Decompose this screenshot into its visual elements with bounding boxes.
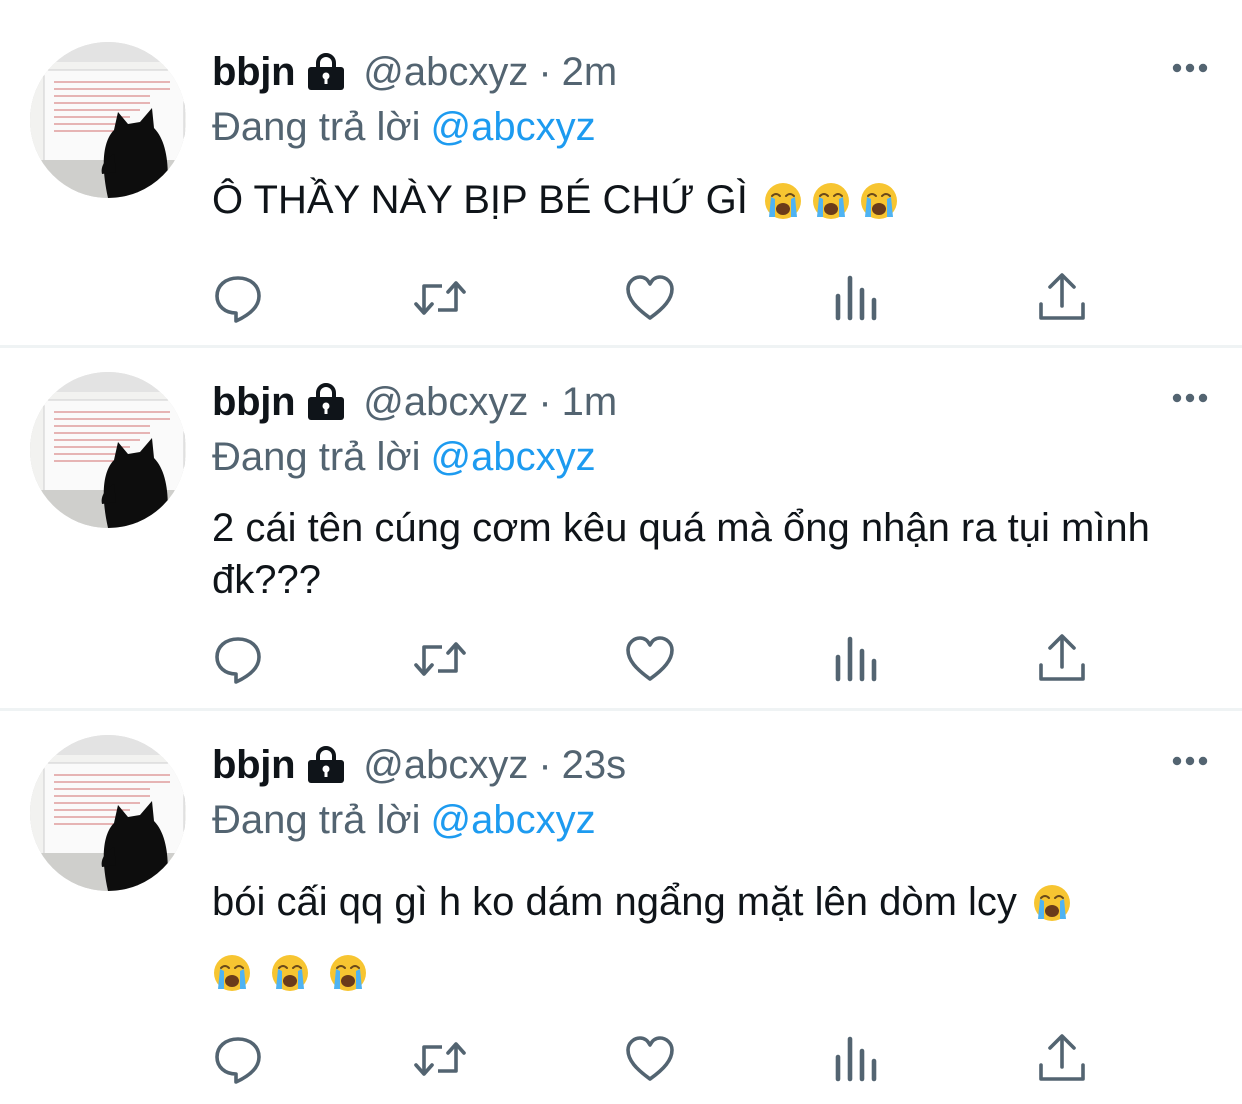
lock-icon (305, 746, 347, 784)
action-bar (212, 1033, 1092, 1085)
loudly-crying-face-icon (270, 953, 310, 993)
mention-link[interactable]: @abcxyz (431, 435, 596, 479)
tweet-item[interactable]: bbjn @abcxyz · 1m Đang trả lời @abcxyz 2 … (0, 348, 1242, 708)
timestamp[interactable]: 23s (562, 743, 627, 788)
user-handle[interactable]: @abcxyz (363, 380, 528, 425)
analytics-icon[interactable] (830, 1033, 882, 1085)
mention-link[interactable]: @abcxyz (431, 105, 596, 149)
replying-to: Đang trả lời @abcxyz (212, 432, 1202, 482)
tweet-text-body: bói cấi qq gì h ko dám ngẩng mặt lên dòm… (212, 880, 1017, 924)
action-bar (212, 272, 1092, 324)
tweet-text: 2 cái tên cúng cơm kêu quá mà ổng nhận r… (212, 502, 1172, 606)
heart-icon[interactable] (624, 633, 676, 685)
retweet-icon[interactable] (414, 1033, 466, 1085)
more-icon[interactable] (1170, 749, 1210, 773)
loudly-crying-face-icon (811, 181, 851, 221)
tweet-content: bbjn @abcxyz · 2m Đang trả lời @abcxyz Ô … (212, 46, 1202, 226)
separator-dot: · (538, 379, 552, 424)
lock-icon (305, 53, 347, 91)
replying-to-label: Đang trả lời (212, 798, 421, 842)
loudly-crying-face-icon (1032, 883, 1072, 923)
tweet-header: bbjn @abcxyz · 23s (212, 739, 1202, 791)
timestamp[interactable]: 2m (562, 50, 618, 95)
reply-icon[interactable] (212, 272, 264, 324)
loudly-crying-face-icon (859, 181, 899, 221)
avatar[interactable] (30, 42, 186, 198)
lock-icon (305, 383, 347, 421)
replying-to: Đang trả lời @abcxyz (212, 795, 1202, 845)
loudly-crying-face-icon (212, 953, 252, 993)
analytics-icon[interactable] (830, 633, 882, 685)
tweet-text-body: 2 cái tên cúng cơm kêu quá mà ổng nhận r… (212, 506, 1150, 602)
avatar[interactable] (30, 372, 186, 528)
tweet-text: Ô THẦY NÀY BỊP BÉ CHỨ GÌ (212, 174, 1172, 226)
share-icon[interactable] (1036, 1033, 1088, 1085)
replying-to-label: Đang trả lời (212, 105, 421, 149)
avatar[interactable] (30, 735, 186, 891)
tweet-item[interactable]: bbjn @abcxyz · 23s Đang trả lời @abcxyz b… (0, 711, 1242, 1104)
display-name[interactable]: bbjn (212, 380, 296, 425)
retweet-icon[interactable] (414, 272, 466, 324)
loudly-crying-face-icon (328, 953, 368, 993)
tweet-text: bói cấi qq gì h ko dám ngẩng mặt lên dòm… (212, 867, 1172, 1007)
heart-icon[interactable] (624, 1033, 676, 1085)
separator-dot: · (538, 49, 552, 94)
user-handle[interactable]: @abcxyz (363, 743, 528, 788)
separator-dot: · (538, 742, 552, 787)
share-icon[interactable] (1036, 272, 1088, 324)
analytics-icon[interactable] (830, 272, 882, 324)
reply-icon[interactable] (212, 1033, 264, 1085)
replying-to-label: Đang trả lời (212, 435, 421, 479)
more-icon[interactable] (1170, 386, 1210, 410)
retweet-icon[interactable] (414, 633, 466, 685)
tweet-text-body: Ô THẦY NÀY BỊP BÉ CHỨ GÌ (212, 178, 748, 222)
replying-to: Đang trả lời @abcxyz (212, 102, 1202, 152)
heart-icon[interactable] (624, 272, 676, 324)
user-handle[interactable]: @abcxyz (363, 50, 528, 95)
tweet-header: bbjn @abcxyz · 2m (212, 46, 1202, 98)
tweet-content: bbjn @abcxyz · 23s Đang trả lời @abcxyz b… (212, 739, 1202, 1007)
reply-icon[interactable] (212, 633, 264, 685)
share-icon[interactable] (1036, 633, 1088, 685)
loudly-crying-face-icon (763, 181, 803, 221)
display-name[interactable]: bbjn (212, 50, 296, 95)
action-bar (212, 633, 1092, 685)
mention-link[interactable]: @abcxyz (431, 798, 596, 842)
tweet-content: bbjn @abcxyz · 1m Đang trả lời @abcxyz 2 … (212, 376, 1202, 606)
tweet-header: bbjn @abcxyz · 1m (212, 376, 1202, 428)
more-icon[interactable] (1170, 56, 1210, 80)
tweet-item[interactable]: bbjn @abcxyz · 2m Đang trả lời @abcxyz Ô … (0, 0, 1242, 345)
display-name[interactable]: bbjn (212, 743, 296, 788)
timestamp[interactable]: 1m (562, 380, 618, 425)
tweet-feed: bbjn @abcxyz · 2m Đang trả lời @abcxyz Ô … (0, 0, 1242, 1104)
